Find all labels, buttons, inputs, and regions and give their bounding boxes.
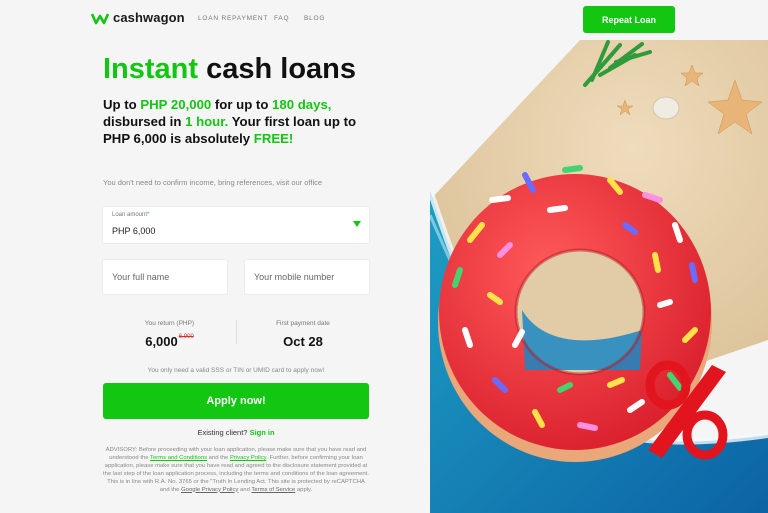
sign-in-link[interactable]: Sign in [250,428,275,437]
hero-subtitle: Up to PHP 20,000 for up to 180 days, dis… [103,96,378,147]
nav-loan-repayment[interactable]: LOAN REPAYMENT [198,15,268,22]
nav-blog[interactable]: BLOG [304,15,325,22]
page-title: Instant cash loans [103,53,356,86]
google-privacy-link[interactable]: Google Privacy Policy [181,487,238,493]
loan-amount-value: PHP 6,000 [112,226,156,236]
privacy-link[interactable]: Privacy Policy [230,455,266,461]
chevron-down-icon[interactable] [353,221,361,227]
advisory-part: apply. [295,486,313,493]
shell [652,96,680,120]
requirements-note: You don't need to confirm income, bring … [103,178,323,187]
return-label: You return (PHP) [144,320,195,327]
subtitle-amount: PHP 20,000 [140,97,212,112]
return-old-value: 6,900 [178,334,194,340]
apply-button[interactable]: Apply now! [103,383,369,419]
subtitle-days: 180 days, [272,97,332,112]
payment-summary: First payment date Oct 28 [237,320,369,349]
title-highlight: Instant [103,53,199,85]
loan-amount-select[interactable]: Loan amount* PHP 6,000 [103,207,369,243]
first-payment-value: Oct 28 [283,334,323,349]
title-rest: cash loans [198,53,357,85]
advisory-part: and the [207,454,230,461]
full-name-input[interactable] [103,260,227,294]
existing-client: Existing client? Sign in [103,428,369,437]
return-summary: You return (PHP) 6,0006,900 [103,320,236,349]
advisory-text: ADVISORY: Before proceeding with your lo… [103,447,369,494]
loan-amount-label-text: Loan amount [112,212,148,218]
return-value-row: 6,0006,900 [103,334,236,349]
terms-link[interactable]: Terms and Conditions [150,455,207,461]
subtitle-text: Up to [103,97,141,112]
repeat-loan-button[interactable]: Repeat Loan [583,6,675,33]
subtitle-text: disbursed in [103,114,186,129]
first-payment-label: First payment date [276,320,330,327]
terms-of-service-link[interactable]: Terms of Service [251,487,295,493]
existing-client-text: Existing client? [197,428,248,437]
advisory-part: and [238,486,252,493]
subtitle-hour: 1 hour. [185,114,229,129]
cashwagon-logo-icon [91,12,109,24]
subtitle-free: FREE! [253,131,294,146]
logo-text: cashwagon [113,10,185,25]
hero-illustration [430,40,768,513]
subtitle-text: for up to [211,97,273,112]
nav-faq[interactable]: FAQ [274,15,289,22]
loan-amount-label: Loan amount* [112,212,150,218]
logo[interactable]: cashwagon [91,10,185,25]
return-value: 6,000 [145,334,178,349]
mobile-number-input[interactable] [245,260,369,294]
id-note: You only need a valid SSS or TIN or UMID… [147,367,325,374]
